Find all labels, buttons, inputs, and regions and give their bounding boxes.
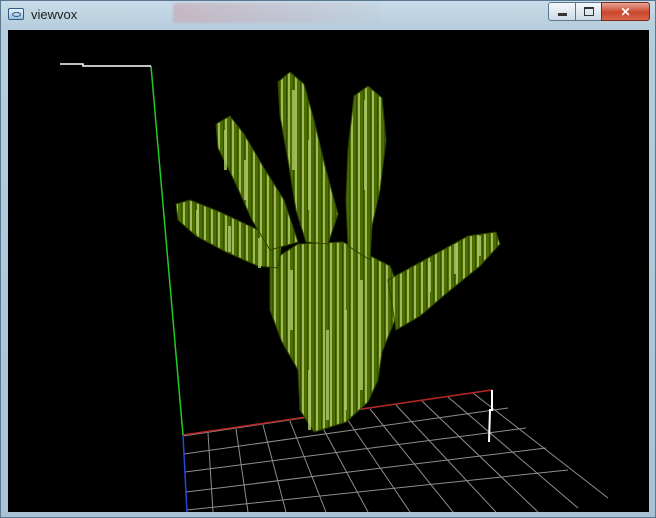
voxel-viewport[interactable] <box>8 30 649 512</box>
minimize-button[interactable] <box>548 2 576 21</box>
voxel-hand-model <box>175 71 501 433</box>
z-axis <box>182 434 188 512</box>
floor-grid <box>182 389 609 512</box>
background-window-title <box>173 3 381 23</box>
app-window: viewvox ✕ <box>0 0 656 518</box>
close-button[interactable]: ✕ <box>601 2 650 21</box>
bounding-edge-top <box>60 63 151 67</box>
y-axis <box>150 65 184 436</box>
title-bar[interactable]: viewvox ✕ <box>1 1 655 30</box>
maximize-button[interactable] <box>575 2 602 21</box>
minimize-icon <box>557 13 567 16</box>
scene <box>60 63 609 512</box>
close-icon: ✕ <box>620 4 631 19</box>
window-title: viewvox <box>31 7 78 22</box>
maximize-icon <box>583 7 594 16</box>
app-icon[interactable] <box>8 8 24 20</box>
